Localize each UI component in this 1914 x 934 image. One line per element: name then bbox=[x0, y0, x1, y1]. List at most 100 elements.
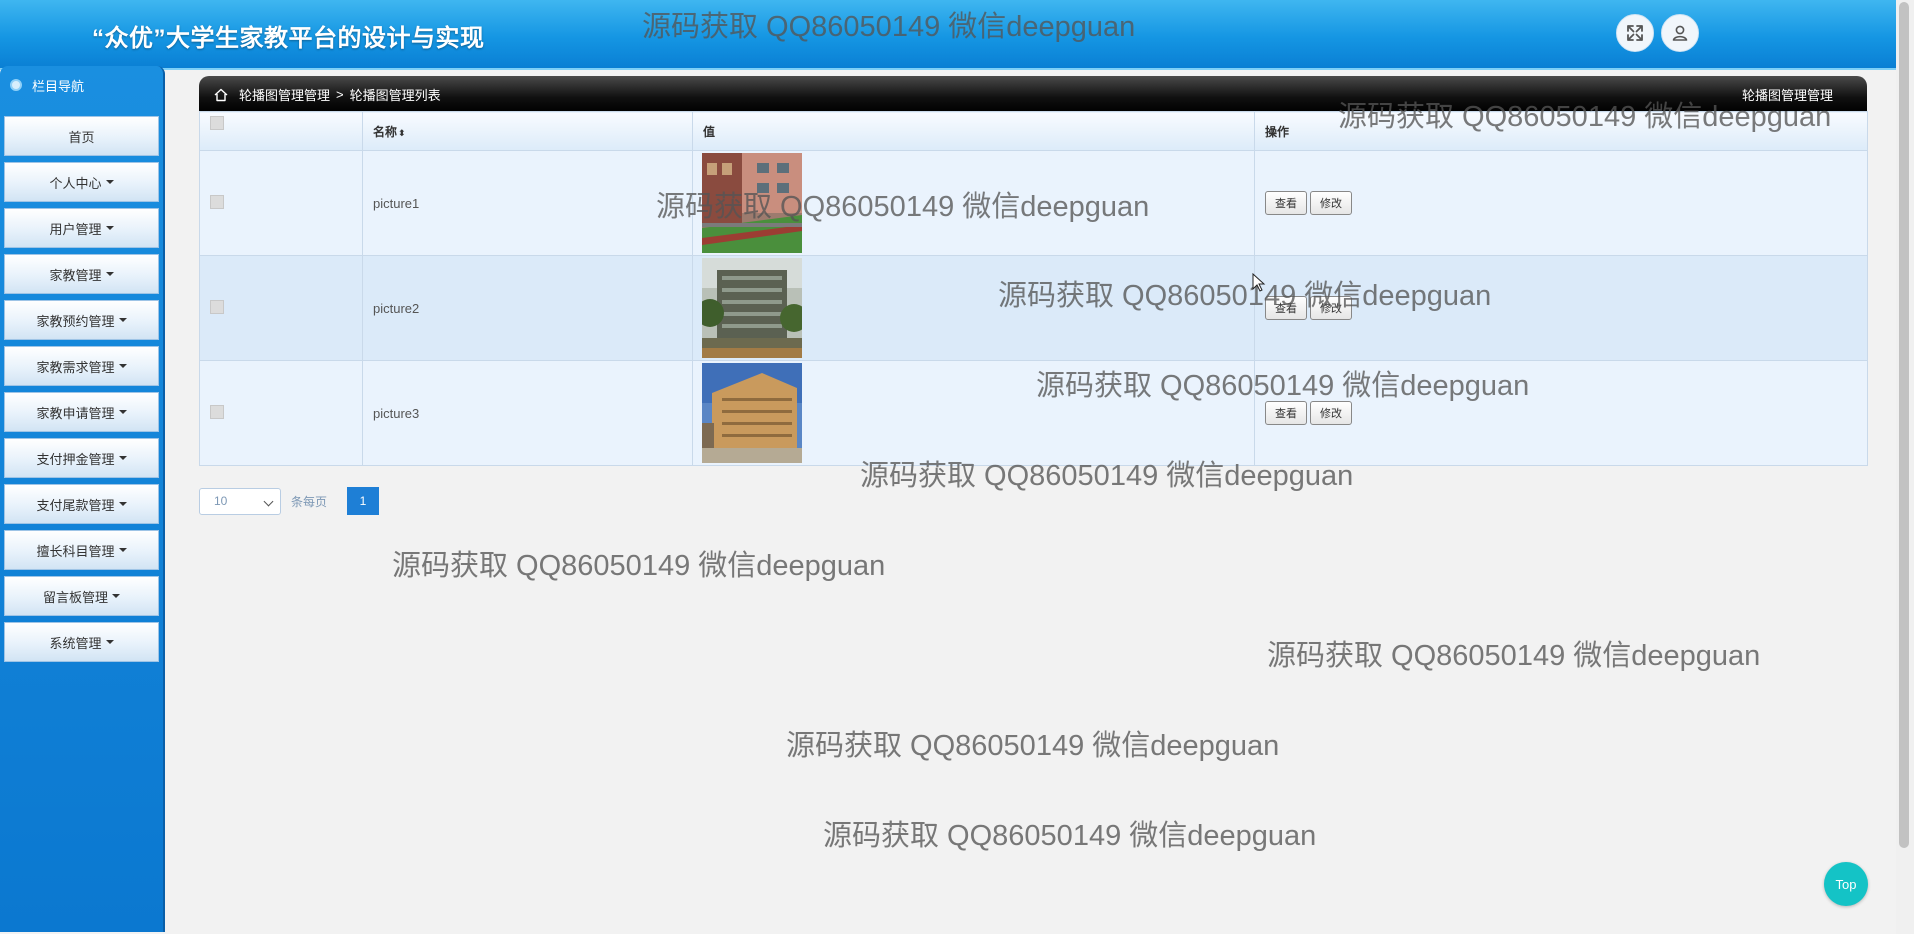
caret-down-icon bbox=[105, 272, 114, 276]
page-size-value: 10 bbox=[214, 494, 228, 508]
sidebar-item-deposit-management[interactable]: 支付押金管理 bbox=[4, 438, 159, 478]
sidebar-item-tutor-management[interactable]: 家教管理 bbox=[4, 254, 159, 294]
table-row: picture1 查看 修改 bbox=[199, 150, 1868, 256]
actions-cell: 查看 修改 bbox=[1254, 255, 1868, 361]
name-cell: picture3 bbox=[362, 360, 693, 466]
sidebar-item-label: 用户管理 bbox=[49, 221, 102, 237]
edit-button[interactable]: 修改 bbox=[1310, 401, 1352, 425]
sidebar-item-demand-management[interactable]: 家教需求管理 bbox=[4, 346, 159, 386]
row-checkbox[interactable] bbox=[210, 404, 224, 419]
image-cell bbox=[692, 255, 1255, 361]
table-header-row: 名称⬍ 值 操作 bbox=[199, 111, 1868, 151]
sidebar-item-personal-center[interactable]: 个人中心 bbox=[4, 162, 159, 202]
row-select-cell bbox=[199, 360, 363, 466]
sidebar-item-label: 个人中心 bbox=[49, 175, 102, 191]
table-row: picture2 查看 修改 bbox=[199, 255, 1868, 361]
caret-down-icon bbox=[118, 548, 127, 552]
expand-icon bbox=[1627, 25, 1643, 41]
view-button[interactable]: 查看 bbox=[1265, 296, 1307, 320]
image-cell bbox=[692, 360, 1255, 466]
table-row: picture3 查看 修改 bbox=[199, 360, 1868, 466]
select-all-checkbox[interactable] bbox=[210, 116, 224, 130]
mouse-cursor-icon bbox=[1252, 273, 1266, 292]
sidebar-item-user-management[interactable]: 用户管理 bbox=[4, 208, 159, 248]
sidebar-item-label: 家教管理 bbox=[49, 267, 102, 283]
caret-down-icon bbox=[105, 640, 114, 644]
nav-dot-icon bbox=[10, 79, 22, 91]
breadcrumb: 轮播图管理管理 > 轮播图管理列表 bbox=[213, 85, 441, 104]
actions-cell: 查看 修改 bbox=[1254, 360, 1868, 466]
caret-down-icon bbox=[118, 502, 127, 506]
per-page-label: 条每页 bbox=[291, 494, 328, 509]
name-cell: picture1 bbox=[362, 150, 693, 256]
watermark-text: 源码获取 QQ86050149 微信deepguan bbox=[392, 550, 886, 582]
column-header-value: 值 bbox=[692, 111, 1255, 151]
edit-button[interactable]: 修改 bbox=[1310, 296, 1352, 320]
sidebar-item-label: 系统管理 bbox=[49, 635, 102, 651]
sidebar-item-label: 家教需求管理 bbox=[36, 359, 115, 375]
carousel-thumbnail bbox=[702, 363, 802, 463]
page-size-select[interactable]: 10 bbox=[199, 487, 281, 515]
sidebar-item-label: 留言板管理 bbox=[42, 589, 108, 605]
name-cell: picture2 bbox=[362, 255, 693, 361]
sidebar-item-booking-management[interactable]: 家教预约管理 bbox=[4, 300, 159, 340]
sidebar-item-label: 支付押金管理 bbox=[36, 451, 115, 467]
caret-down-icon bbox=[105, 180, 114, 184]
watermark-text: 源码获取 QQ86050149 微信deepguan bbox=[786, 730, 1280, 762]
carousel-thumbnail bbox=[702, 153, 802, 253]
caret-down-icon bbox=[118, 410, 127, 414]
column-header-actions: 操作 bbox=[1254, 111, 1868, 151]
user-icon bbox=[1672, 25, 1688, 41]
row-checkbox[interactable] bbox=[210, 299, 224, 314]
sidebar-item-label: 擅长科目管理 bbox=[36, 543, 115, 559]
sidebar-item-application-management[interactable]: 家教申请管理 bbox=[4, 392, 159, 432]
app-title: “众优”大学生家教平台的设计与实现 bbox=[92, 25, 485, 52]
fullscreen-button[interactable] bbox=[1616, 14, 1654, 52]
edit-button[interactable]: 修改 bbox=[1310, 191, 1352, 215]
view-button[interactable]: 查看 bbox=[1265, 401, 1307, 425]
pagination: 10 条每页 1 bbox=[199, 487, 380, 515]
sidebar-item-system-management[interactable]: 系统管理 bbox=[4, 622, 159, 662]
back-to-top-button[interactable]: Top bbox=[1824, 862, 1868, 906]
sidebar: 栏目导航 首页 个人中心 用户管理 家教管理 家教预约管理 家教需求管理 家教申… bbox=[0, 66, 165, 932]
page-section-label: 轮播图管理管理 bbox=[1741, 88, 1833, 103]
view-button[interactable]: 查看 bbox=[1265, 191, 1307, 215]
top-header: “众优”大学生家教平台的设计与实现 bbox=[0, 0, 1896, 70]
page-number-button[interactable]: 1 bbox=[347, 487, 380, 515]
sidebar-item-label: 家教预约管理 bbox=[36, 313, 115, 329]
sidebar-item-label: 首页 bbox=[68, 129, 95, 145]
carousel-table: 名称⬍ 值 操作 picture1 查看 修改 picture2 查看 修改 p… bbox=[199, 111, 1868, 466]
breadcrumb-current: 轮播图管理列表 bbox=[349, 88, 441, 103]
caret-down-icon bbox=[105, 226, 114, 230]
sidebar-item-message-board[interactable]: 留言板管理 bbox=[4, 576, 159, 616]
sidebar-item-label: 支付尾款管理 bbox=[36, 497, 115, 513]
breadcrumb-section[interactable]: 轮播图管理管理 bbox=[239, 85, 330, 104]
sidebar-item-balance-management[interactable]: 支付尾款管理 bbox=[4, 484, 159, 524]
carousel-thumbnail bbox=[702, 258, 802, 358]
watermark-text: 源码获取 QQ86050149 微信deepguan bbox=[823, 820, 1317, 852]
column-header-name[interactable]: 名称⬍ bbox=[362, 111, 693, 151]
scrollbar-thumb[interactable] bbox=[1899, 2, 1909, 848]
sidebar-heading: 栏目导航 bbox=[0, 66, 163, 104]
actions-cell: 查看 修改 bbox=[1254, 150, 1868, 256]
caret-down-icon bbox=[118, 364, 127, 368]
caret-down-icon bbox=[118, 456, 127, 460]
select-all-cell bbox=[199, 111, 363, 151]
sidebar-item-label: 家教申请管理 bbox=[36, 405, 115, 421]
user-menu-button[interactable] bbox=[1661, 14, 1699, 52]
caret-down-icon bbox=[118, 318, 127, 322]
chevron-down-icon bbox=[263, 496, 274, 506]
sidebar-item-home[interactable]: 首页 bbox=[4, 116, 159, 156]
sort-icon[interactable]: ⬍ bbox=[398, 128, 406, 138]
image-cell bbox=[692, 150, 1255, 256]
caret-down-icon bbox=[112, 594, 120, 598]
watermark-text: 源码获取 QQ86050149 微信deepguan bbox=[1267, 640, 1761, 672]
row-select-cell bbox=[199, 150, 363, 256]
home-icon[interactable] bbox=[213, 87, 229, 103]
sidebar-item-subject-management[interactable]: 擅长科目管理 bbox=[4, 530, 159, 570]
breadcrumb-bar: 轮播图管理管理 > 轮播图管理列表 轮播图管理管理 bbox=[199, 76, 1867, 112]
row-select-cell bbox=[199, 255, 363, 361]
row-checkbox[interactable] bbox=[210, 194, 224, 209]
breadcrumb-separator: > bbox=[336, 87, 344, 102]
sidebar-heading-label: 栏目导航 bbox=[32, 78, 85, 94]
